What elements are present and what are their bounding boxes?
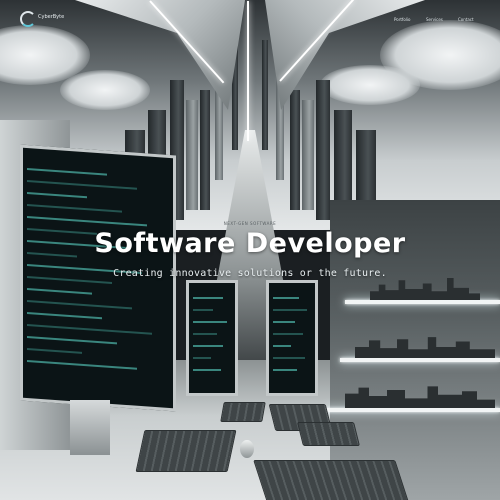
site-header: CyberByte Portfolio Services Contact: [0, 0, 500, 40]
shelf: [325, 408, 500, 412]
keyboard: [220, 402, 266, 422]
building: [186, 100, 198, 210]
hero-eyebrow: NEXT-GEN SOFTWARE: [223, 221, 277, 226]
shelf: [345, 300, 500, 304]
monitor-center-right: [266, 280, 318, 396]
logo-text[interactable]: CyberByte: [38, 14, 64, 20]
monitor-stand: [70, 400, 110, 455]
cloud: [60, 70, 150, 110]
monitor-center-left: [186, 280, 238, 396]
keyboard: [297, 422, 360, 446]
nav-link-contact[interactable]: Contact: [458, 17, 474, 22]
keyboard: [253, 460, 409, 500]
keyboard: [135, 430, 237, 472]
cloud: [320, 65, 420, 105]
hero-title: Software Developer: [94, 228, 406, 259]
nav-link-portfolio[interactable]: Portfolio: [394, 17, 410, 22]
shelf: [340, 358, 500, 362]
building: [200, 90, 210, 210]
swirl-logo-icon[interactable]: [20, 11, 36, 27]
nav-link-services[interactable]: Services: [426, 17, 443, 22]
building: [302, 100, 314, 210]
hero-subtitle: Creating innovative solutions or the fut…: [113, 268, 387, 279]
building: [262, 40, 268, 150]
building: [290, 90, 300, 210]
mouse: [240, 440, 254, 458]
building: [316, 80, 330, 220]
building: [356, 130, 376, 210]
